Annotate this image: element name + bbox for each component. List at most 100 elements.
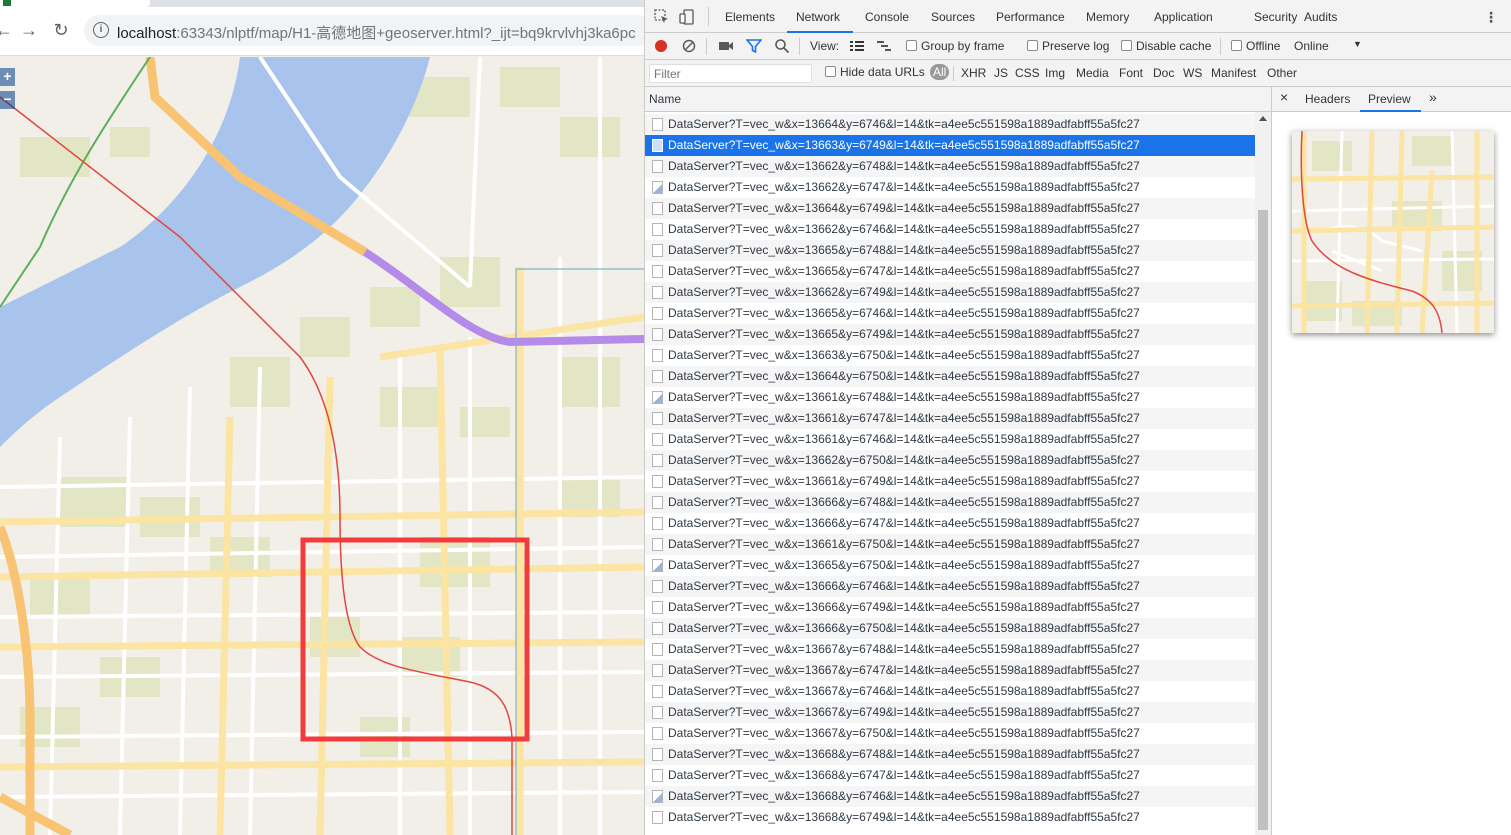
forward-icon[interactable]: →	[17, 18, 41, 42]
type-filter-manifest[interactable]: Manifest	[1211, 66, 1256, 80]
disable-cache-checkbox[interactable]: Disable cache	[1121, 39, 1211, 53]
request-row[interactable]: DataServer?T=vec_w&x=13662&y=6750&l=14&t…	[645, 450, 1255, 471]
more-tabs-icon[interactable]: »	[1429, 89, 1437, 105]
filter-input[interactable]	[649, 64, 812, 83]
tab-network[interactable]: Network	[796, 10, 840, 24]
network-toolbar: View: Group by frame Preserve log Disabl…	[645, 33, 1511, 60]
address-bar[interactable]: i localhost:63343/nlptf/map/H1-高德地图+geos…	[84, 15, 644, 46]
screenshot-camera-icon[interactable]	[718, 38, 734, 54]
image-file-icon	[652, 790, 663, 803]
large-rows-icon[interactable]	[849, 38, 865, 54]
group-by-frame-checkbox[interactable]: Group by frame	[906, 39, 1004, 53]
request-row[interactable]: DataServer?T=vec_w&x=13661&y=6747&l=14&t…	[645, 408, 1255, 429]
search-icon[interactable]	[774, 38, 790, 54]
request-row[interactable]: DataServer?T=vec_w&x=13666&y=6746&l=14&t…	[645, 576, 1255, 597]
tab-divider	[708, 7, 709, 26]
request-row[interactable]: DataServer?T=vec_w&x=13667&y=6750&l=14&t…	[645, 723, 1255, 744]
preserve-log-checkbox[interactable]: Preserve log	[1027, 39, 1109, 53]
hide-data-urls-checkbox[interactable]: Hide data URLs	[825, 65, 925, 79]
kebab-menu-icon[interactable]: ⋮	[1484, 9, 1498, 26]
type-filter-media[interactable]: Media	[1076, 66, 1109, 80]
request-row[interactable]: DataServer?T=vec_w&x=13662&y=6747&l=14&t…	[645, 177, 1255, 198]
tab-audits[interactable]: Audits	[1304, 10, 1337, 24]
close-icon[interactable]: ×	[1280, 89, 1288, 105]
devtools-panel: Elements Network Console Sources Perform…	[644, 0, 1511, 835]
request-row[interactable]: DataServer?T=vec_w&x=13662&y=6748&l=14&t…	[645, 156, 1255, 177]
request-row[interactable]: DataServer?T=vec_w&x=13662&y=6746&l=14&t…	[645, 219, 1255, 240]
zoom-in-button[interactable]: +	[0, 68, 15, 86]
tab-headers[interactable]: Headers	[1305, 92, 1350, 106]
request-row[interactable]: DataServer?T=vec_w&x=13667&y=6747&l=14&t…	[645, 660, 1255, 681]
tab-application[interactable]: Application	[1154, 10, 1213, 24]
column-header-name[interactable]: Name	[645, 87, 1271, 112]
type-filter-ws[interactable]: WS	[1183, 66, 1202, 80]
request-row[interactable]: DataServer?T=vec_w&x=13667&y=6748&l=14&t…	[645, 639, 1255, 660]
tab-sources[interactable]: Sources	[931, 10, 975, 24]
tab-memory[interactable]: Memory	[1086, 10, 1129, 24]
type-filter-other[interactable]: Other	[1267, 66, 1297, 80]
request-name: DataServer?T=vec_w&x=13667&y=6749&l=14&t…	[668, 705, 1140, 719]
request-row[interactable]: DataServer?T=vec_w&x=13664&y=6746&l=14&t…	[645, 114, 1255, 135]
request-row[interactable]: DataServer?T=vec_w&x=13665&y=6748&l=14&t…	[645, 240, 1255, 261]
request-name: DataServer?T=vec_w&x=13666&y=6750&l=14&t…	[668, 621, 1140, 635]
request-row[interactable]: DataServer?T=vec_w&x=13668&y=6747&l=14&t…	[645, 765, 1255, 786]
request-row[interactable]: DataServer?T=vec_w&x=13664&y=6750&l=14&t…	[645, 366, 1255, 387]
request-row[interactable]: DataServer?T=vec_w&x=13661&y=6749&l=14&t…	[645, 471, 1255, 492]
info-icon[interactable]: i	[93, 22, 109, 38]
request-row[interactable]: DataServer?T=vec_w&x=13668&y=6749&l=14&t…	[645, 807, 1255, 828]
scroll-up-icon[interactable]	[1259, 116, 1267, 121]
map-canvas[interactable]: + −	[0, 57, 644, 835]
record-icon[interactable]	[653, 38, 669, 54]
type-filter-doc[interactable]: Doc	[1153, 66, 1174, 80]
request-row[interactable]: DataServer?T=vec_w&x=13666&y=6748&l=14&t…	[645, 492, 1255, 513]
request-row[interactable]: DataServer?T=vec_w&x=13666&y=6747&l=14&t…	[645, 513, 1255, 534]
request-row[interactable]: DataServer?T=vec_w&x=13662&y=6749&l=14&t…	[645, 282, 1255, 303]
tab-performance[interactable]: Performance	[996, 10, 1065, 24]
request-row[interactable]: DataServer?T=vec_w&x=13665&y=6746&l=14&t…	[645, 303, 1255, 324]
tab-preview[interactable]: Preview	[1368, 92, 1411, 106]
type-filter-all[interactable]: All	[930, 64, 950, 80]
tab-elements[interactable]: Elements	[725, 10, 775, 24]
request-row[interactable]: DataServer?T=vec_w&x=13668&y=6746&l=14&t…	[645, 786, 1255, 807]
inspect-element-icon[interactable]	[654, 9, 670, 25]
request-row[interactable]: DataServer?T=vec_w&x=13663&y=6750&l=14&t…	[645, 345, 1255, 366]
request-row[interactable]: DataServer?T=vec_w&x=13661&y=6750&l=14&t…	[645, 534, 1255, 555]
type-filter-css[interactable]: CSS	[1015, 66, 1040, 80]
type-filter-img[interactable]: Img	[1045, 66, 1065, 80]
request-row[interactable]: DataServer?T=vec_w&x=13664&y=6749&l=14&t…	[645, 198, 1255, 219]
back-icon[interactable]: ←	[0, 18, 16, 42]
tab-security[interactable]: Security	[1254, 10, 1297, 24]
request-row[interactable]: DataServer?T=vec_w&x=13665&y=6749&l=14&t…	[645, 324, 1255, 345]
zoom-out-button[interactable]: −	[0, 91, 15, 109]
tab-console[interactable]: Console	[865, 10, 909, 24]
request-row[interactable]: DataServer?T=vec_w&x=13665&y=6750&l=14&t…	[645, 555, 1255, 576]
request-row[interactable]: DataServer?T=vec_w&x=13666&y=6749&l=14&t…	[645, 597, 1255, 618]
request-row[interactable]: DataServer?T=vec_w&x=13663&y=6749&l=14&t…	[645, 135, 1255, 156]
type-filter-font[interactable]: Font	[1119, 66, 1143, 80]
filter-funnel-icon[interactable]	[746, 38, 762, 54]
file-icon	[652, 454, 663, 467]
browser-tab[interactable]	[0, 0, 150, 7]
request-row[interactable]: DataServer?T=vec_w&x=13667&y=6746&l=14&t…	[645, 681, 1255, 702]
request-row[interactable]: DataServer?T=vec_w&x=13665&y=6747&l=14&t…	[645, 261, 1255, 282]
waterfall-overview-icon[interactable]	[876, 38, 892, 54]
offline-checkbox[interactable]: Offline	[1231, 39, 1280, 53]
dropdown-arrow-icon: ▼	[1353, 39, 1362, 49]
device-toolbar-icon[interactable]	[679, 9, 695, 25]
request-name: DataServer?T=vec_w&x=13662&y=6750&l=14&t…	[668, 453, 1140, 467]
scrollbar-thumb[interactable]	[1258, 210, 1268, 830]
request-row[interactable]: DataServer?T=vec_w&x=13668&y=6748&l=14&t…	[645, 744, 1255, 765]
request-row[interactable]: DataServer?T=vec_w&x=13661&y=6748&l=14&t…	[645, 387, 1255, 408]
request-row[interactable]: DataServer?T=vec_w&x=13667&y=6749&l=14&t…	[645, 702, 1255, 723]
reload-icon[interactable]: ↻	[49, 18, 73, 42]
type-filter-js[interactable]: JS	[994, 66, 1008, 80]
request-name: DataServer?T=vec_w&x=13667&y=6747&l=14&t…	[668, 663, 1140, 677]
type-filter-xhr[interactable]: XHR	[961, 66, 986, 80]
file-icon	[652, 370, 663, 383]
clear-icon[interactable]	[681, 38, 697, 54]
throttling-select[interactable]: Online ▼	[1294, 39, 1362, 53]
request-row[interactable]: DataServer?T=vec_w&x=13661&y=6746&l=14&t…	[645, 429, 1255, 450]
request-list-scrollbar[interactable]	[1255, 112, 1271, 835]
request-row[interactable]: DataServer?T=vec_w&x=13666&y=6750&l=14&t…	[645, 618, 1255, 639]
url-text[interactable]: localhost:63343/nlptf/map/H1-高德地图+geoser…	[117, 22, 636, 43]
